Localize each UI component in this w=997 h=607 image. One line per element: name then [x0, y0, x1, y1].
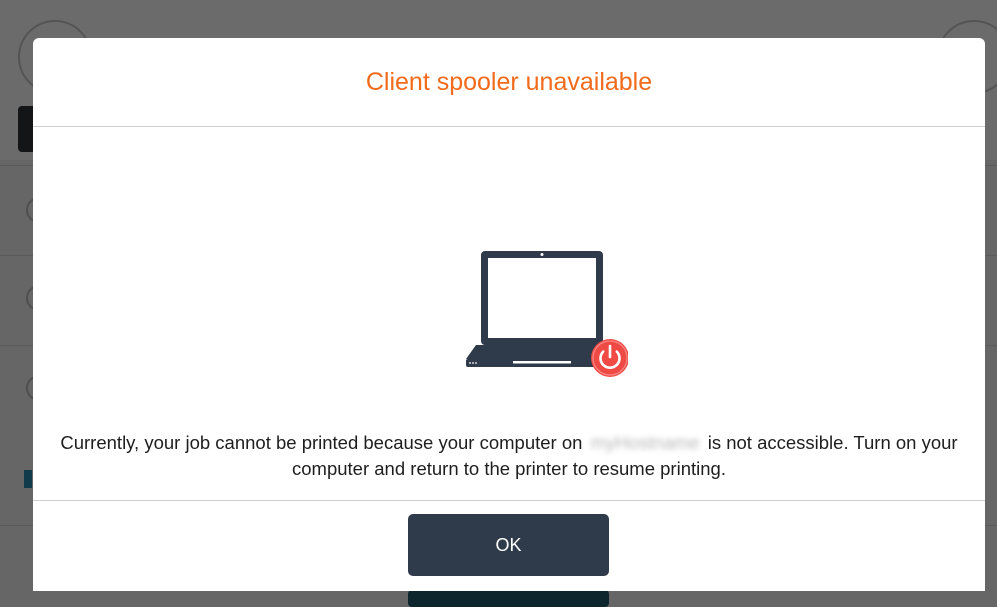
- hostname-redacted: myHostname: [590, 432, 700, 453]
- laptop-icon: [466, 251, 614, 367]
- dialog-header: Client spooler unavailable: [33, 38, 985, 127]
- screen: Client spooler unavailable Currently, yo…: [0, 0, 997, 607]
- dialog-message: Currently, your job cannot be printed be…: [33, 430, 985, 482]
- client-spooler-dialog: Client spooler unavailable Currently, yo…: [33, 38, 985, 591]
- message-text-before: Currently, your job cannot be printed be…: [60, 432, 583, 453]
- ok-button[interactable]: OK: [408, 514, 609, 576]
- dialog-footer: OK: [33, 500, 985, 591]
- power-off-icon: [591, 339, 629, 377]
- dialog-title: Client spooler unavailable: [365, 67, 653, 96]
- laptop-power-illustration: [428, 246, 629, 381]
